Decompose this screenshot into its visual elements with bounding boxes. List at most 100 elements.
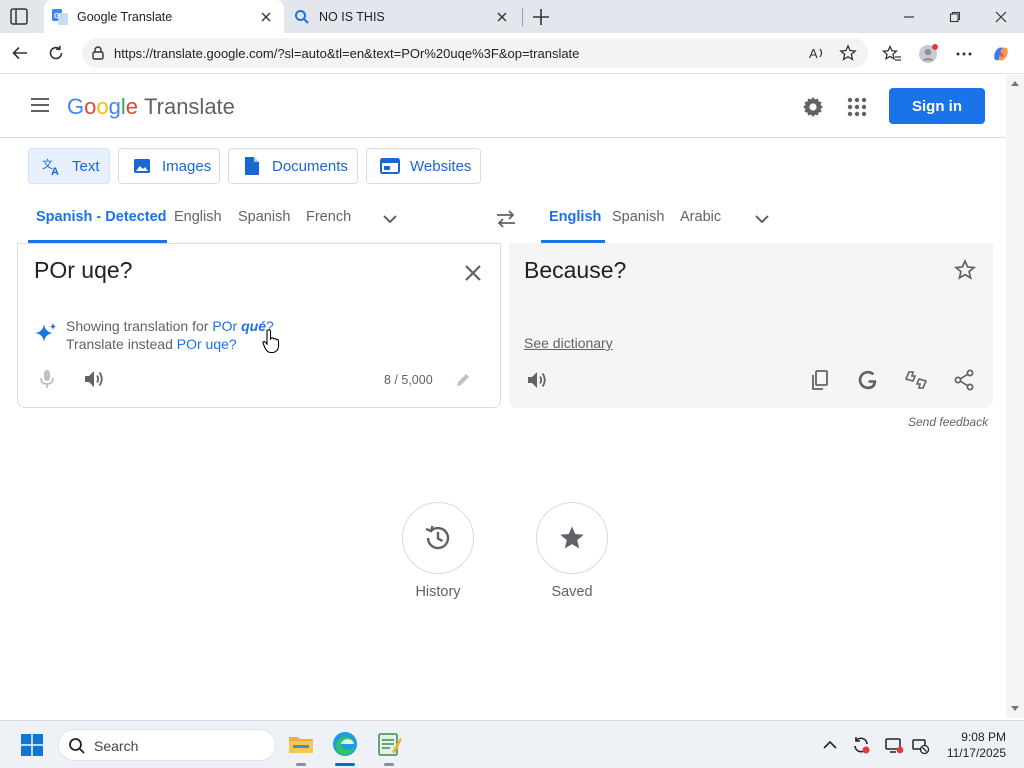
microsoft-edge-icon[interactable]	[331, 730, 359, 758]
sparkle-icon	[35, 323, 56, 342]
google-search-icon[interactable]	[856, 368, 880, 392]
google-apps-icon[interactable]	[845, 95, 869, 119]
original-query-link[interactable]: POr uqe?	[177, 336, 237, 352]
file-explorer-icon[interactable]	[287, 730, 315, 758]
tab-google-translate[interactable]: G Google Translate	[44, 0, 284, 33]
search-icon	[69, 738, 85, 754]
logo-letter: o	[84, 94, 97, 119]
see-dictionary-link[interactable]: See dictionary	[524, 335, 613, 351]
sign-in-button[interactable]: Sign in	[889, 88, 985, 124]
history-icon	[425, 525, 450, 550]
share-icon[interactable]	[952, 368, 976, 392]
page-scrollbar[interactable]	[1006, 75, 1024, 718]
url-text[interactable]: https://translate.google.com/?sl=auto&tl…	[114, 46, 579, 61]
scroll-up-arrow-icon[interactable]	[1010, 79, 1020, 89]
send-feedback-link[interactable]: Send feedback	[908, 415, 988, 429]
close-tab-icon[interactable]	[494, 9, 510, 25]
tab-text[interactable]: 文A Text	[28, 148, 110, 184]
sync-update-icon[interactable]	[851, 735, 871, 755]
clock-date: 11/17/2025	[946, 746, 1006, 760]
source-lang-english[interactable]: English	[174, 209, 222, 225]
copilot-icon[interactable]	[991, 44, 1011, 64]
favorites-icon[interactable]	[882, 44, 902, 64]
address-bar[interactable]: https://translate.google.com/?sl=auto&tl…	[82, 38, 868, 68]
close-window-button[interactable]	[978, 0, 1024, 33]
network-tray-icon[interactable]	[910, 735, 930, 755]
read-aloud-icon[interactable]: A	[808, 44, 826, 62]
tab-label: Text	[72, 157, 100, 175]
search-favicon-icon	[295, 9, 309, 24]
google-translate-logo[interactable]: Google Translate	[67, 94, 235, 120]
chevron-down-icon[interactable]	[380, 209, 400, 229]
more-options-icon[interactable]	[954, 44, 974, 64]
translate-page: Google Translate Sign in 文A Text Images D…	[0, 75, 1006, 718]
main-menu-icon[interactable]	[30, 97, 50, 113]
corrected-query-plain: POr	[212, 318, 242, 334]
clear-source-text-icon[interactable]	[461, 261, 485, 285]
minimize-button[interactable]	[886, 0, 932, 33]
translation-result-panel: Because? See dictionary	[509, 243, 993, 408]
swap-languages-icon[interactable]	[494, 207, 518, 231]
source-text-input[interactable]: POr uqe?	[34, 257, 132, 284]
copy-translation-icon[interactable]	[808, 368, 832, 392]
saved-button[interactable]: Saved	[536, 502, 608, 600]
source-text-panel: POr uqe? Showing translation for POr qué…	[17, 243, 501, 408]
tab-label: Websites	[410, 157, 472, 175]
source-lang-french[interactable]: French	[306, 209, 351, 225]
logo-letter: e	[125, 94, 139, 119]
tab-websites[interactable]: Websites	[366, 148, 481, 184]
saved-star-icon	[560, 526, 584, 549]
taskbar-search-box[interactable]: Search	[58, 729, 276, 761]
translate-instead-prefix: Translate instead	[66, 336, 173, 352]
svg-text:A: A	[51, 166, 59, 176]
windows-start-icon[interactable]	[21, 734, 43, 756]
target-lang-arabic[interactable]: Arabic	[680, 209, 721, 225]
edit-pencil-icon[interactable]	[454, 371, 472, 389]
settings-gear-icon[interactable]	[801, 95, 825, 119]
display-tray-icon[interactable]	[884, 735, 904, 755]
save-translation-star-icon[interactable]	[953, 258, 977, 282]
profile-avatar-icon[interactable]	[918, 44, 938, 64]
browser-tab-bar: G Google Translate NO IS THIS	[0, 0, 1024, 33]
app-header: Google Translate Sign in	[0, 75, 1006, 138]
image-icon	[132, 156, 152, 176]
rate-translation-icon[interactable]	[904, 368, 928, 392]
tab-no-is-this[interactable]: NO IS THIS	[286, 0, 520, 33]
translate-icon: 文A	[42, 156, 62, 176]
history-circle[interactable]	[402, 502, 474, 574]
logo-letter: o	[96, 94, 109, 119]
source-lang-spanish[interactable]: Spanish	[238, 209, 290, 225]
mouse-pointer-hand-icon	[262, 329, 280, 354]
notepad-icon[interactable]	[375, 730, 403, 758]
favorite-star-icon[interactable]	[839, 44, 857, 62]
tab-actions-icon[interactable]	[10, 8, 28, 25]
show-hidden-icons-chevron-icon[interactable]	[820, 735, 840, 755]
app-running-indicator	[384, 763, 394, 766]
product-name: Translate	[144, 94, 235, 119]
microphone-icon[interactable]	[36, 368, 58, 390]
close-tab-icon[interactable]	[258, 9, 274, 25]
refresh-button[interactable]	[45, 42, 67, 64]
scroll-down-arrow-icon[interactable]	[1010, 703, 1020, 713]
tab-label: Documents	[272, 157, 348, 175]
target-lang-english[interactable]: English	[549, 209, 601, 225]
correction-suggestion: Showing translation for POr qué? Transla…	[66, 317, 274, 353]
tab-documents[interactable]: Documents	[228, 148, 358, 184]
tab-images[interactable]: Images	[118, 148, 220, 184]
source-lang-detected[interactable]: Spanish - Detected	[36, 209, 167, 225]
tab-label: Images	[162, 157, 212, 175]
restore-button[interactable]	[932, 0, 978, 33]
back-button[interactable]	[9, 42, 31, 64]
target-lang-spanish[interactable]: Spanish	[612, 209, 664, 225]
tab-separator	[522, 8, 523, 26]
translation-text: Because?	[524, 257, 627, 283]
site-info-icon[interactable]	[90, 45, 106, 61]
showing-translation-prefix: Showing translation for	[66, 318, 209, 334]
listen-translation-icon[interactable]	[525, 368, 549, 392]
listen-source-icon[interactable]	[82, 367, 106, 391]
chevron-down-icon[interactable]	[752, 209, 772, 229]
saved-circle[interactable]	[536, 502, 608, 574]
system-clock[interactable]: 9:08 PM 11/17/2025	[940, 729, 1006, 761]
history-button[interactable]: History	[402, 502, 474, 600]
new-tab-icon[interactable]	[530, 6, 552, 28]
